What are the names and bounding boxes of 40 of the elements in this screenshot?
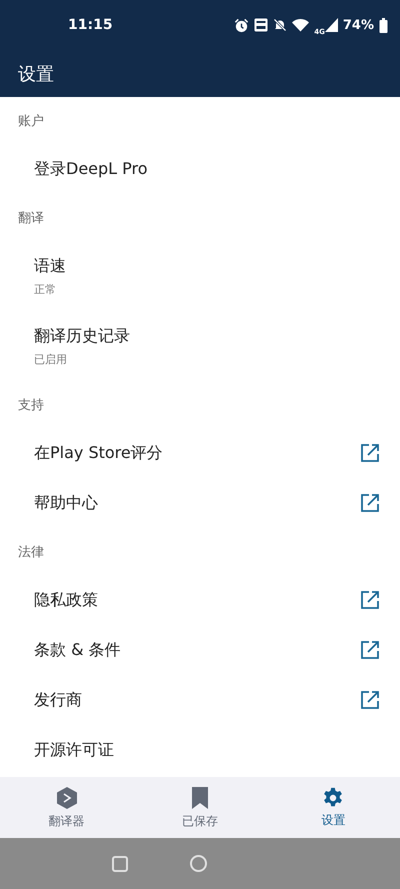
section-heading: 支持 xyxy=(17,396,45,414)
hexagon-icon xyxy=(56,786,78,810)
item-value: 已启用 xyxy=(34,352,68,366)
wifi-icon xyxy=(292,18,310,32)
page-title: 设置 xyxy=(18,62,54,86)
item-label: 登录DeepL Pro xyxy=(34,158,148,180)
nav-tab[interactable]: 翻译器 xyxy=(0,777,134,838)
nav-tab[interactable]: 已保存 xyxy=(133,777,267,838)
bell-muted-icon xyxy=(273,18,288,32)
item-label: 隐私政策 xyxy=(34,590,98,610)
item-label: 发行商 xyxy=(34,690,82,710)
section-heading: 法律 xyxy=(17,544,45,562)
item-label: 语速 xyxy=(34,256,66,276)
status-time: 11:15 xyxy=(68,17,113,33)
settings-item[interactable]: 发行商 xyxy=(0,675,400,725)
item-label: 条款 & 条件 xyxy=(34,640,121,660)
settings-item[interactable]: 帮助中心 xyxy=(0,478,400,528)
signal-icon xyxy=(324,18,338,32)
item-label: 开源许可证 xyxy=(34,740,114,760)
settings-item[interactable]: 隐私政策 xyxy=(0,575,400,625)
recents-button[interactable] xyxy=(112,856,128,872)
nav-tab[interactable]: 设置 xyxy=(266,777,400,838)
item-value: 正常 xyxy=(34,282,57,296)
settings-item[interactable]: 翻译历史记录 已启用 xyxy=(0,311,400,381)
settings-item[interactable]: 条款 & 条件 xyxy=(0,625,400,675)
settings-item[interactable]: 登录DeepL Pro xyxy=(0,144,400,194)
section-heading: 账户 xyxy=(17,112,45,130)
item-label: 翻译历史记录 xyxy=(34,326,130,346)
item-label: 帮助中心 xyxy=(34,492,98,514)
settings-item[interactable]: 语速 正常 xyxy=(0,241,400,311)
section-heading: 翻译 xyxy=(17,210,45,228)
item-label: 在Play Store评分 xyxy=(34,442,163,464)
battery-icon xyxy=(379,18,388,32)
alarm-clock-icon xyxy=(234,18,250,32)
settings-item[interactable]: 开源许可证 xyxy=(0,725,400,775)
settings-item[interactable]: 在Play Store评分 xyxy=(0,428,400,478)
home-button[interactable] xyxy=(190,855,206,872)
battery-level: 74% xyxy=(342,18,374,32)
bookmark-icon xyxy=(190,786,209,810)
gear-icon xyxy=(322,786,344,808)
